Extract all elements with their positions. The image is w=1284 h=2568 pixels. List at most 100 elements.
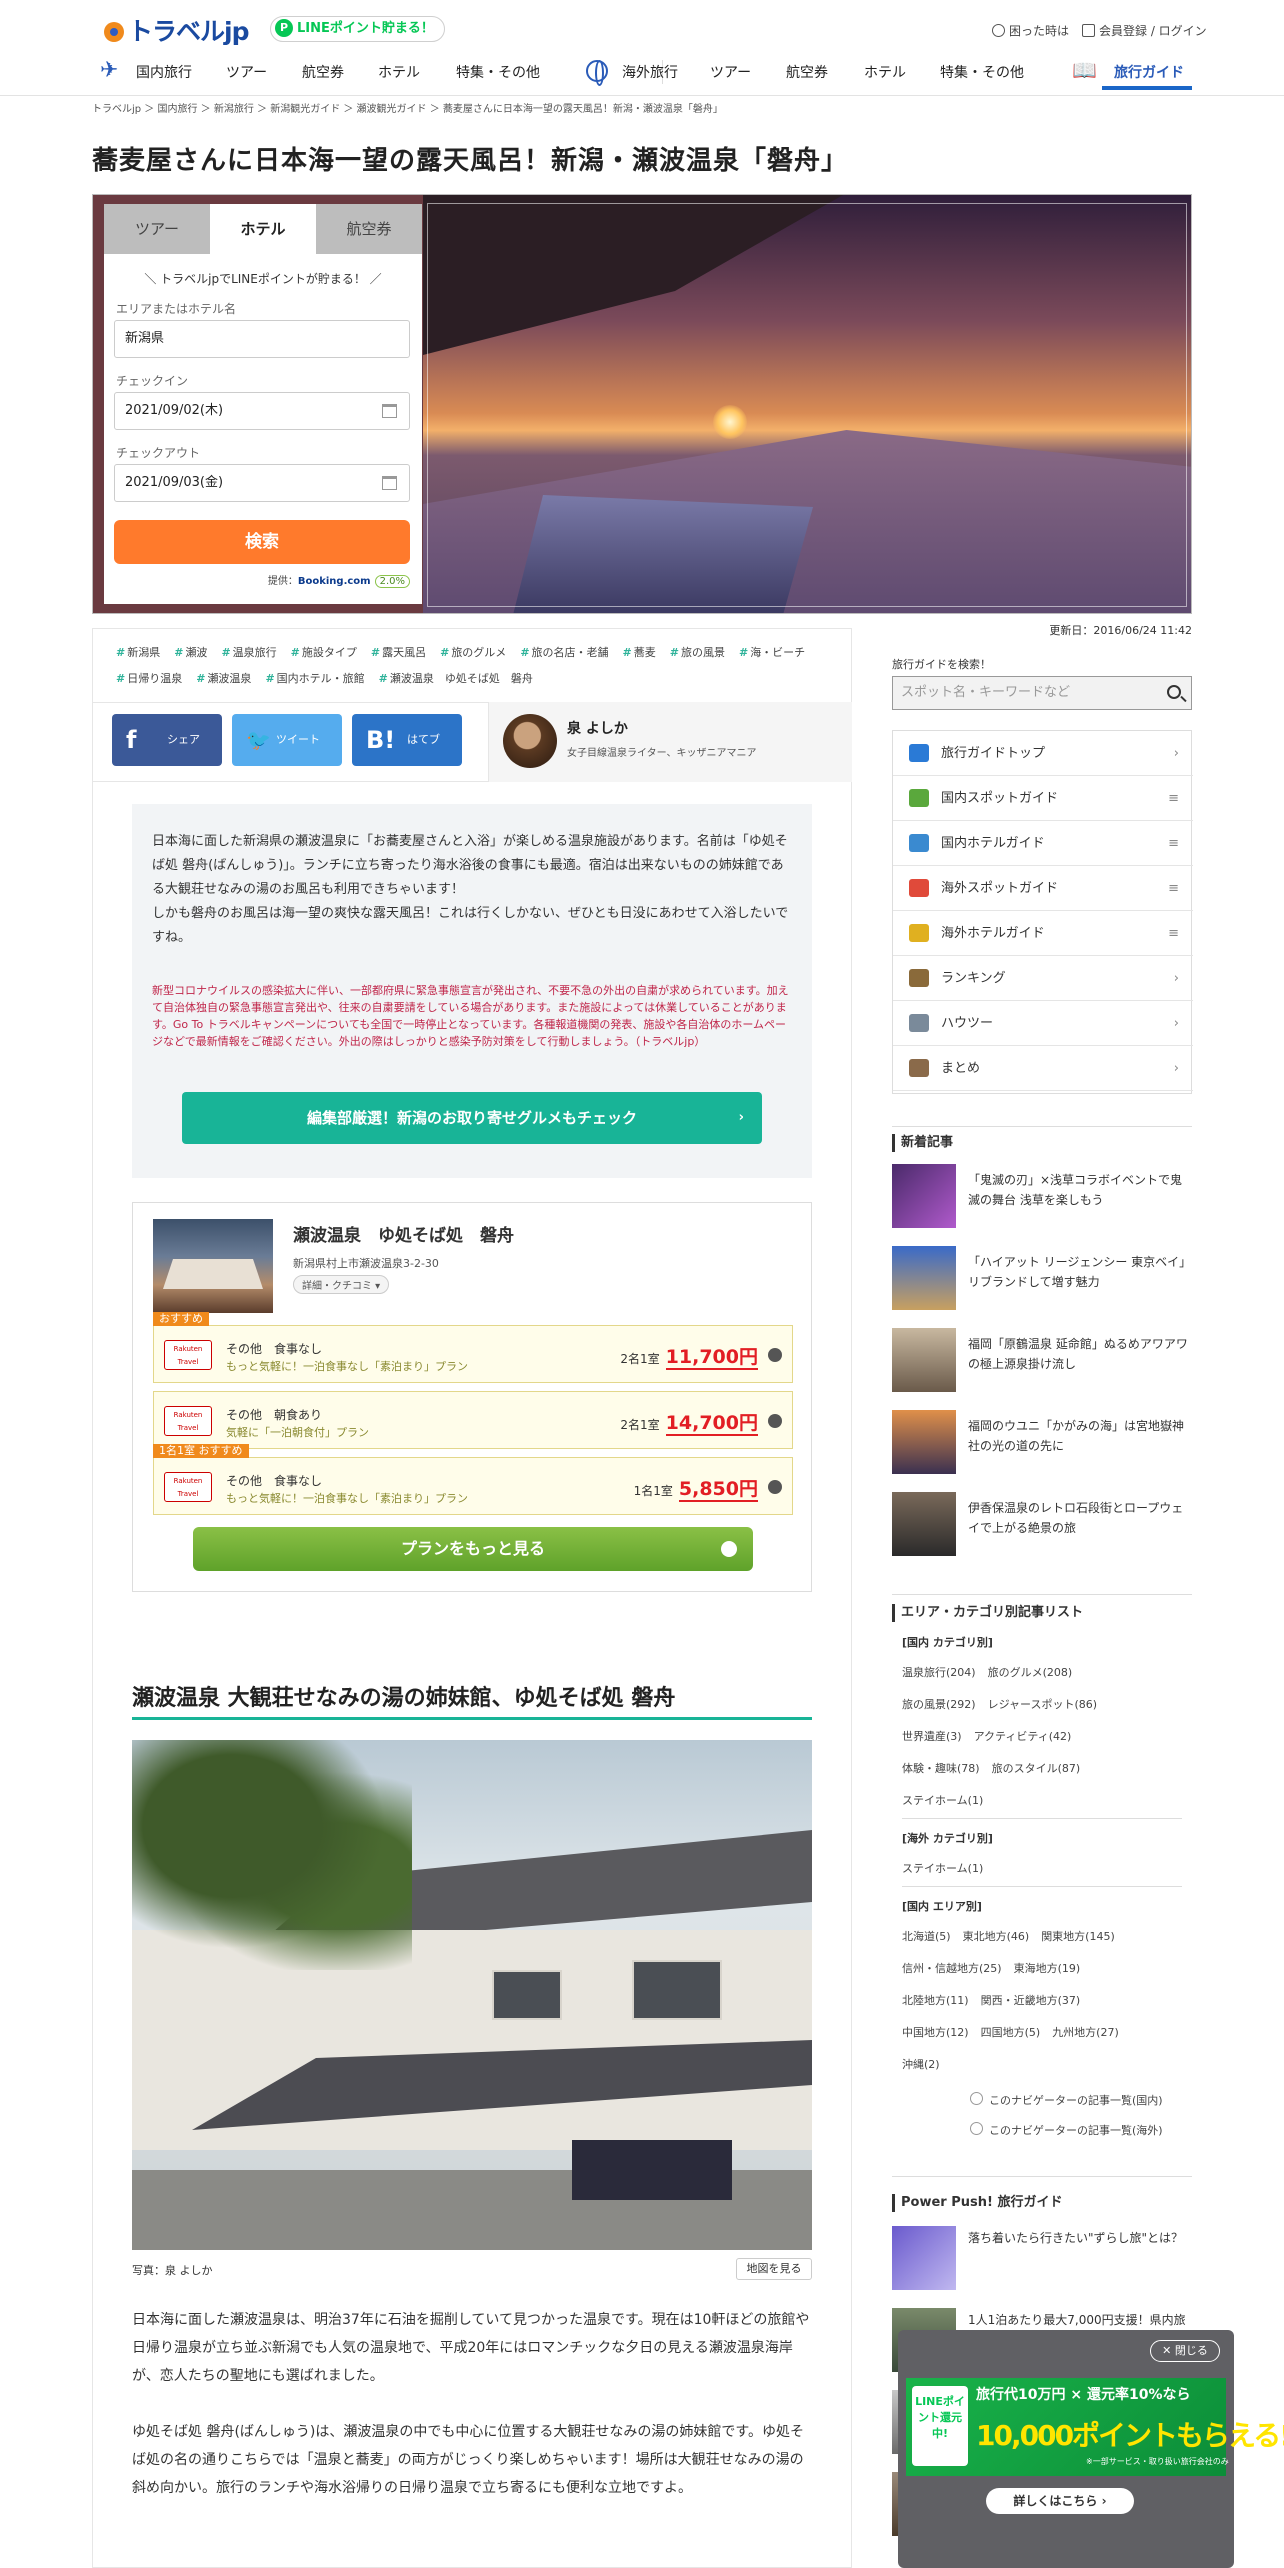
category-link[interactable]: ステイホーム(1) [902, 1794, 983, 1807]
category-link[interactable]: 中国地方(12) [902, 2026, 969, 2039]
news-item[interactable]: 伊香保温泉のレトロ石段街とロープウェイで上がる絶景の旅 [892, 1492, 1192, 1558]
area-input[interactable]: 新潟県 [114, 320, 410, 358]
category-link[interactable]: 東北地方(46) [963, 1930, 1030, 1943]
news-thumbnail[interactable] [892, 1410, 956, 1474]
menu-item-howto[interactable]: ハウツー › [893, 1001, 1193, 1046]
tag-link[interactable]: # 施設タイプ [291, 646, 357, 659]
category-link[interactable]: 四国地方(5) [981, 2026, 1041, 2039]
tag-link[interactable]: # 旅のグルメ [440, 646, 506, 659]
category-link[interactable]: 温泉旅行(204) [902, 1666, 976, 1679]
category-link[interactable]: 旅の風景(292) [902, 1698, 976, 1711]
news-item[interactable]: 「鬼滅の刃」×浅草コラボイベントで鬼滅の舞台 浅草を楽しもう [892, 1164, 1192, 1230]
map-button[interactable]: 地図を見る [736, 2258, 812, 2280]
line-point-pill[interactable]: P LINEポイント貯まる！ [270, 16, 445, 42]
news-title[interactable]: 「ハイアット リージェンシー 東京ベイ」リブランドして増す魅力 [968, 1252, 1190, 1292]
nav-ovs-special[interactable]: 特集・その他 [940, 62, 1024, 82]
tag-link[interactable]: # 海・ビーチ [739, 646, 805, 659]
nav-overseas[interactable]: 海外旅行 [622, 62, 678, 82]
navigator-domestic-link[interactable]: このナビゲーターの記事一覧(国内) [970, 2092, 1163, 2108]
arrow-circle-icon[interactable] [768, 1348, 782, 1362]
tag-link[interactable]: # 露天風呂 [371, 646, 426, 659]
category-link[interactable]: 関西・近畿地方(37) [981, 1994, 1081, 2007]
category-link[interactable]: レジャースポット(86) [988, 1698, 1097, 1711]
nav-ovs-tour[interactable]: ツアー [710, 62, 751, 82]
checkin-input[interactable]: 2021/09/02(木) [114, 392, 410, 430]
guide-search-input[interactable]: スポット名・キーワードなど [892, 676, 1192, 710]
more-plans-button[interactable]: プランをもっと見る [193, 1527, 753, 1571]
popup-detail-button[interactable]: 詳しくはこちら › [986, 2488, 1134, 2514]
nav-tour[interactable]: ツアー [226, 62, 267, 82]
hotel-name[interactable]: 瀬波温泉 ゆ処そば処 磐舟 [293, 1221, 514, 1246]
menu-item-ranking[interactable]: ランキング › [893, 956, 1193, 1001]
site-logo[interactable]: トラベルjp [104, 12, 249, 48]
category-link[interactable]: 信州・信越地方(25) [902, 1962, 1002, 1975]
search-button[interactable]: 検索 [114, 520, 410, 564]
tag-link[interactable]: # 国内ホテル・旅館 [265, 672, 364, 685]
hotel-thumbnail[interactable] [153, 1219, 273, 1313]
tag-link[interactable]: # 瀬波温泉 ゆ処そば処 磐舟 [379, 672, 533, 685]
checkout-input[interactable]: 2021/09/03(金) [114, 464, 410, 502]
search-icon[interactable] [1167, 685, 1181, 699]
tag-link[interactable]: # 温泉旅行 [221, 646, 276, 659]
tab-air[interactable]: 航空券 [316, 204, 422, 254]
nav-special[interactable]: 特集・その他 [456, 62, 540, 82]
tag-link[interactable]: # 新潟県 [116, 646, 160, 659]
menu-item-overseas-spot[interactable]: 海外スポットガイド ≡ [893, 866, 1193, 911]
category-link[interactable]: 北陸地方(11) [902, 1994, 969, 2007]
category-link[interactable]: 旅のスタイル(87) [992, 1762, 1081, 1775]
category-link[interactable]: 旅のグルメ(208) [988, 1666, 1073, 1679]
news-title[interactable]: 伊香保温泉のレトロ石段街とロープウェイで上がる絶景の旅 [968, 1498, 1190, 1538]
calendar-icon[interactable] [382, 476, 397, 490]
nav-air[interactable]: 航空券 [302, 62, 344, 82]
news-title[interactable]: 福岡のウユニ「かがみの海」は宮地嶽神社の光の道の先に [968, 1416, 1190, 1456]
category-link[interactable]: 北海道(5) [902, 1930, 951, 1943]
news-thumbnail[interactable] [892, 1164, 956, 1228]
news-thumbnail[interactable] [892, 1246, 956, 1310]
plan-row[interactable]: 1名1室 おすすめ Rakuten Travel その他 食事なし もっと気軽に！一泊… [153, 1444, 793, 1515]
category-link[interactable]: 東海地方(19) [1014, 1962, 1081, 1975]
tab-hotel[interactable]: ホテル [210, 204, 316, 254]
news-item[interactable]: 福岡「原鶴温泉 延命館」ぬるめアワアワの極上源泉掛け流し [892, 1328, 1192, 1394]
tag-link[interactable]: # 蕎麦 [623, 646, 656, 659]
nav-domestic[interactable]: 国内旅行 [136, 62, 192, 82]
popup-close-button[interactable]: ✕ 閉じる [1150, 2340, 1220, 2362]
news-thumbnail[interactable] [892, 1328, 956, 1392]
power-push-thumbnail[interactable] [892, 2226, 956, 2290]
menu-item-domestic-spot[interactable]: 国内スポットガイド ≡ [893, 776, 1193, 821]
navigator-overseas-link[interactable]: このナビゲーターの記事一覧(海外) [970, 2122, 1163, 2138]
menu-item-guide-top[interactable]: 旅行ガイドトップ › [893, 731, 1193, 776]
category-link[interactable]: アクティビティ(42) [974, 1730, 1072, 1743]
category-link[interactable]: 体験・趣味(78) [902, 1762, 980, 1775]
power-push-item[interactable]: 落ち着いたら行きたい"ずらし旅"とは？ [892, 2226, 1192, 2296]
hotel-detail-button[interactable]: 詳細・クチコミ ▾ [293, 1275, 390, 1294]
twitter-share-button[interactable]: 🐦 ツイート [232, 714, 342, 766]
calendar-icon[interactable] [382, 404, 397, 418]
nav-hotel[interactable]: ホテル [378, 62, 420, 82]
menu-item-domestic-hotel[interactable]: 国内ホテルガイド ≡ [893, 821, 1193, 866]
news-item[interactable]: 福岡のウユニ「かがみの海」は宮地嶽神社の光の道の先に [892, 1410, 1192, 1476]
breadcrumb[interactable]: トラベルjp ＞ 国内旅行 ＞ 新潟旅行 ＞ 新潟観光ガイド ＞ 瀬波観光ガイド… [92, 100, 723, 115]
category-link[interactable]: 世界遺産(3) [902, 1730, 962, 1743]
nav-guide[interactable]: 旅行ガイド [1114, 62, 1184, 82]
tag-link[interactable]: # 旅の風景 [670, 646, 725, 659]
menu-item-overseas-hotel[interactable]: 海外ホテルガイド ≡ [893, 911, 1193, 956]
popup-banner[interactable]: LINEポイント還元中! 旅行代10万円 × 還元率10%なら 10,000ポイ… [906, 2378, 1284, 2476]
news-title[interactable]: 「鬼滅の刃」×浅草コラボイベントで鬼滅の舞台 浅草を楽しもう [968, 1170, 1190, 1210]
tab-tour[interactable]: ツアー [104, 204, 210, 254]
category-link[interactable]: ステイホーム(1) [902, 1862, 983, 1875]
facebook-share-button[interactable]: f シェア [112, 714, 222, 766]
power-push-title[interactable]: 落ち着いたら行きたい"ずらし旅"とは？ [968, 2228, 1190, 2248]
login-link[interactable]: 会員登録 / ログイン [1082, 22, 1207, 39]
nav-ovs-hotel[interactable]: ホテル [864, 62, 906, 82]
hatena-share-button[interactable]: B! はてブ [352, 714, 462, 766]
news-title[interactable]: 福岡「原鶴温泉 延命館」ぬるめアワアワの極上源泉掛け流し [968, 1334, 1190, 1374]
arrow-circle-icon[interactable] [768, 1414, 782, 1428]
author-box[interactable]: 泉 よしか 女子目線温泉ライター、キッザニアマニア [488, 702, 852, 782]
category-link[interactable]: 沖縄(2) [902, 2058, 940, 2071]
nav-ovs-air[interactable]: 航空券 [786, 62, 828, 82]
tag-link[interactable]: # 瀬波 [174, 646, 207, 659]
gourmet-link-button[interactable]: 編集部厳選！新潟のお取り寄せグルメもチェック › [182, 1092, 762, 1144]
tag-link[interactable]: # 瀬波温泉 [196, 672, 251, 685]
tag-link[interactable]: # 日帰り温泉 [116, 672, 182, 685]
plan-row[interactable]: おすすめ Rakuten Travel その他 食事なし もっと気軽に！一泊食事なし「… [153, 1312, 793, 1383]
